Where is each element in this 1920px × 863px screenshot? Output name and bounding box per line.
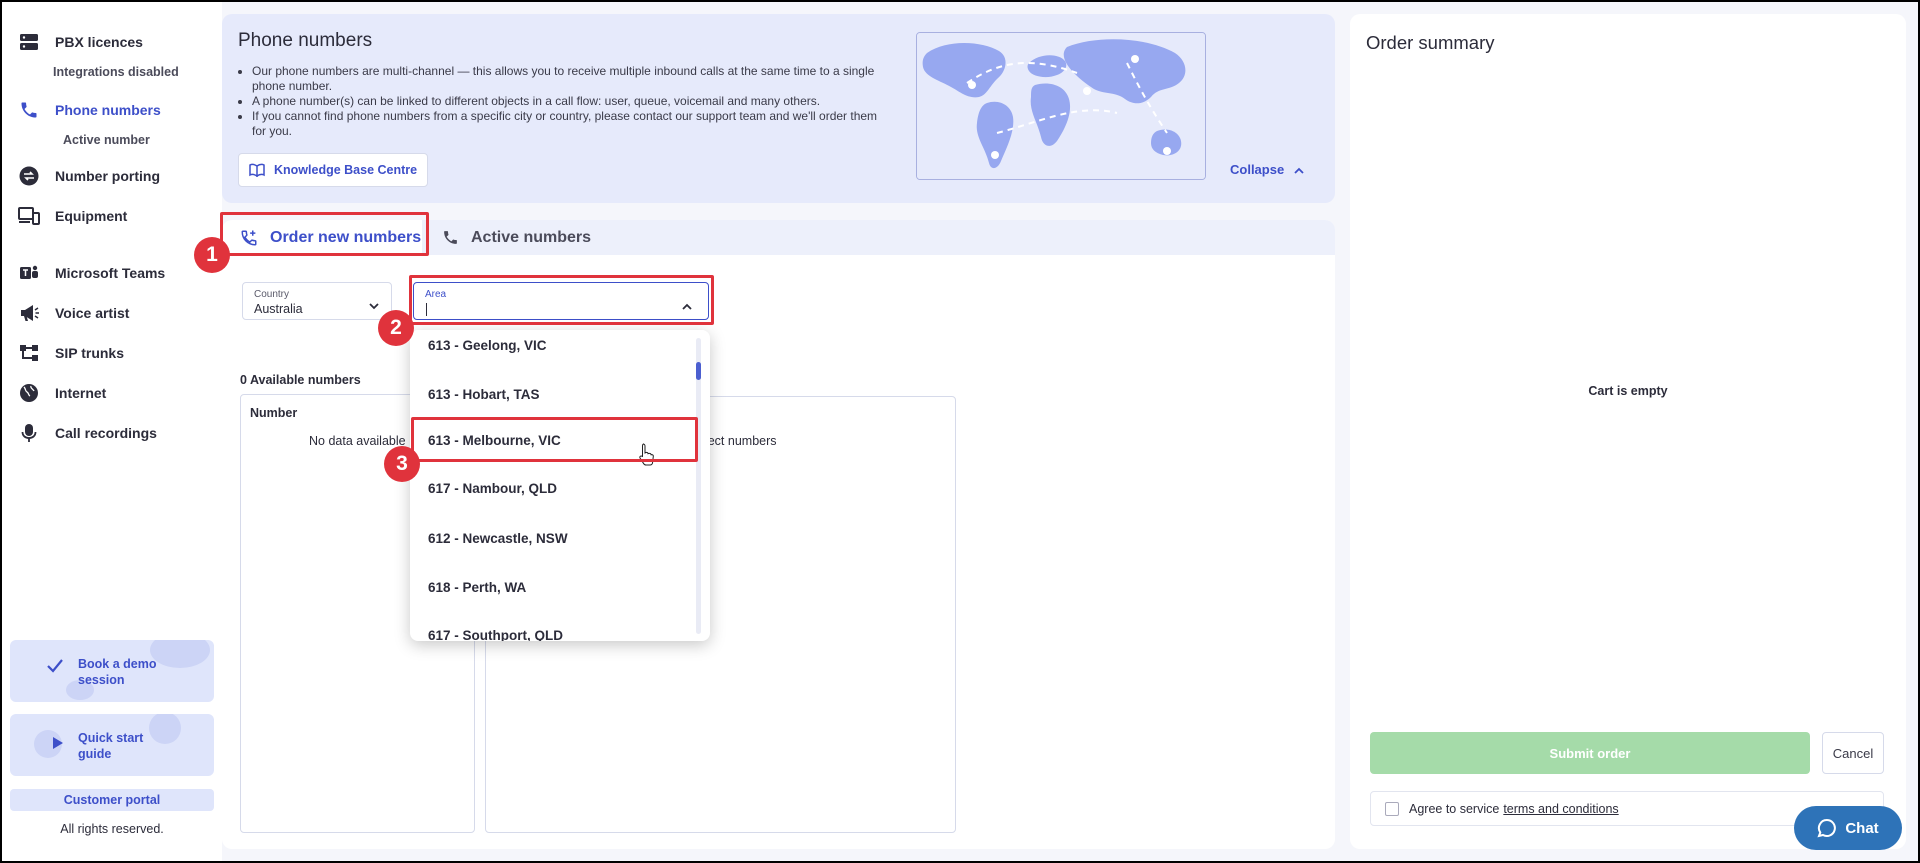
chevron-down-icon <box>369 297 379 315</box>
chat-label: Chat <box>1845 819 1879 837</box>
app-window: PBX licences Integrations disabled Phone… <box>2 2 1918 861</box>
sidebar-item-pbx-licences[interactable]: PBX licences <box>18 30 143 54</box>
annotation-box-1 <box>220 212 429 256</box>
knowledge-base-button[interactable]: Knowledge Base Centre <box>238 153 429 187</box>
devices-icon <box>18 205 40 227</box>
tab-label: Active numbers <box>471 228 592 246</box>
sidebar-item-call-recordings[interactable]: Call recordings <box>18 421 157 445</box>
terms-checkbox[interactable] <box>1385 801 1399 816</box>
chat-button[interactable]: Chat <box>1794 806 1902 850</box>
sidebar-item-label: SIP trunks <box>55 345 124 361</box>
number-column-header: Number <box>250 406 298 420</box>
sidebar-item-label: Equipment <box>55 208 128 224</box>
server-icon <box>18 31 40 53</box>
phone-icon <box>18 99 40 121</box>
customer-portal-link[interactable]: Customer portal <box>10 789 214 811</box>
dropdown-scrollbar-thumb[interactable] <box>696 362 701 380</box>
page-title: Phone numbers <box>238 30 373 51</box>
sidebar: PBX licences Integrations disabled Phone… <box>2 2 222 861</box>
info-bullets: Our phone numbers are multi-channel — th… <box>238 64 888 139</box>
sidebar-item-label: Call recordings <box>55 425 157 441</box>
copyright-text: All rights reserved. <box>60 822 164 836</box>
sidebar-item-voice-artist[interactable]: Voice artist <box>18 301 129 325</box>
megaphone-icon <box>18 302 40 324</box>
collapse-label: Collapse <box>1230 162 1285 177</box>
area-dropdown-list: 613 - Geelong, VIC 613 - Hobart, TAS 613… <box>410 330 710 641</box>
no-data-message: No data available <box>309 434 406 448</box>
pbx-integrations-status: Integrations disabled <box>53 65 179 79</box>
annotation-box-3 <box>411 417 698 462</box>
sidebar-item-label: Phone numbers <box>55 102 161 118</box>
phone-icon <box>442 229 459 246</box>
area-option[interactable]: 618 - Perth, WA <box>428 580 526 595</box>
swap-icon <box>18 165 40 187</box>
cancel-button[interactable]: Cancel <box>1822 732 1884 774</box>
area-option[interactable]: 612 - Newcastle, NSW <box>428 531 568 546</box>
info-banner: Phone numbers Our phone numbers are mult… <box>222 14 1335 203</box>
sidebar-item-equipment[interactable]: Equipment <box>18 204 127 228</box>
book-demo-card[interactable]: Book a demo session <box>10 640 214 702</box>
terms-link[interactable]: terms and conditions <box>1503 802 1618 816</box>
globe-icon <box>18 382 40 404</box>
submit-order-button[interactable]: Submit order <box>1370 732 1810 774</box>
bullet-item: If you cannot find phone numbers from a … <box>252 109 888 139</box>
cart-empty-message: Cart is empty <box>1588 384 1668 398</box>
sidebar-item-phone-numbers[interactable]: Phone numbers <box>18 98 161 122</box>
country-value: Australia <box>254 302 303 316</box>
area-option[interactable]: 617 - Southport, QLD <box>428 628 563 641</box>
sidebar-item-label: Internet <box>55 385 107 401</box>
sidebar-item-label: Voice artist <box>55 305 130 321</box>
area-option[interactable]: 617 - Nambour, QLD <box>428 481 557 496</box>
country-select[interactable]: Country Australia <box>242 282 392 320</box>
sidebar-item-label: Number porting <box>55 168 160 184</box>
available-count: 0 Available numbers <box>240 373 361 387</box>
quick-start-card[interactable]: Quick start guide <box>10 714 214 776</box>
world-map-illustration <box>916 32 1206 180</box>
area-option[interactable]: 613 - Geelong, VIC <box>428 338 547 353</box>
annotation-badge-3: 3 <box>384 446 420 482</box>
network-tree-icon <box>18 342 40 364</box>
book-demo-label: Book a demo session <box>78 657 157 687</box>
area-option[interactable]: 613 - Hobart, TAS <box>428 387 540 402</box>
sidebar-item-label: Microsoft Teams <box>55 265 166 281</box>
play-icon <box>52 736 64 755</box>
sidebar-item-sip-trunks[interactable]: SIP trunks <box>18 341 124 365</box>
agree-label: Agree to service <box>1409 801 1500 816</box>
microphone-icon <box>18 422 40 444</box>
sidebar-subitem-active-number[interactable]: Active number <box>63 133 150 147</box>
book-icon <box>249 163 265 177</box>
sidebar-item-label: PBX licences <box>55 34 143 50</box>
country-label: Country <box>254 289 290 300</box>
bullet-item: A phone number(s) can be linked to diffe… <box>252 94 888 109</box>
knowledge-base-label: Knowledge Base Centre <box>274 163 418 177</box>
sidebar-item-number-porting[interactable]: Number porting <box>18 164 160 188</box>
quick-start-label: Quick start guide <box>78 731 144 761</box>
teams-icon <box>18 262 40 284</box>
sidebar-item-internet[interactable]: Internet <box>18 381 106 405</box>
order-summary-panel: Order summary Cart is empty Submit order… <box>1350 14 1906 849</box>
bullet-item: Our phone numbers are multi-channel — th… <box>252 64 888 94</box>
order-summary-title: Order summary <box>1366 32 1495 53</box>
dropdown-scrollbar[interactable] <box>696 338 701 634</box>
collapse-button[interactable]: Collapse <box>1230 162 1304 177</box>
tab-active-numbers[interactable]: Active numbers <box>442 220 591 255</box>
annotation-badge-2: 2 <box>378 310 414 346</box>
chevron-up-icon <box>1294 162 1304 177</box>
check-icon <box>46 658 64 679</box>
sidebar-item-microsoft-teams[interactable]: Microsoft Teams <box>18 261 165 285</box>
annotation-badge-1: 1 <box>194 237 230 273</box>
chat-bubble-icon <box>1817 818 1837 838</box>
annotation-box-2 <box>409 275 714 325</box>
